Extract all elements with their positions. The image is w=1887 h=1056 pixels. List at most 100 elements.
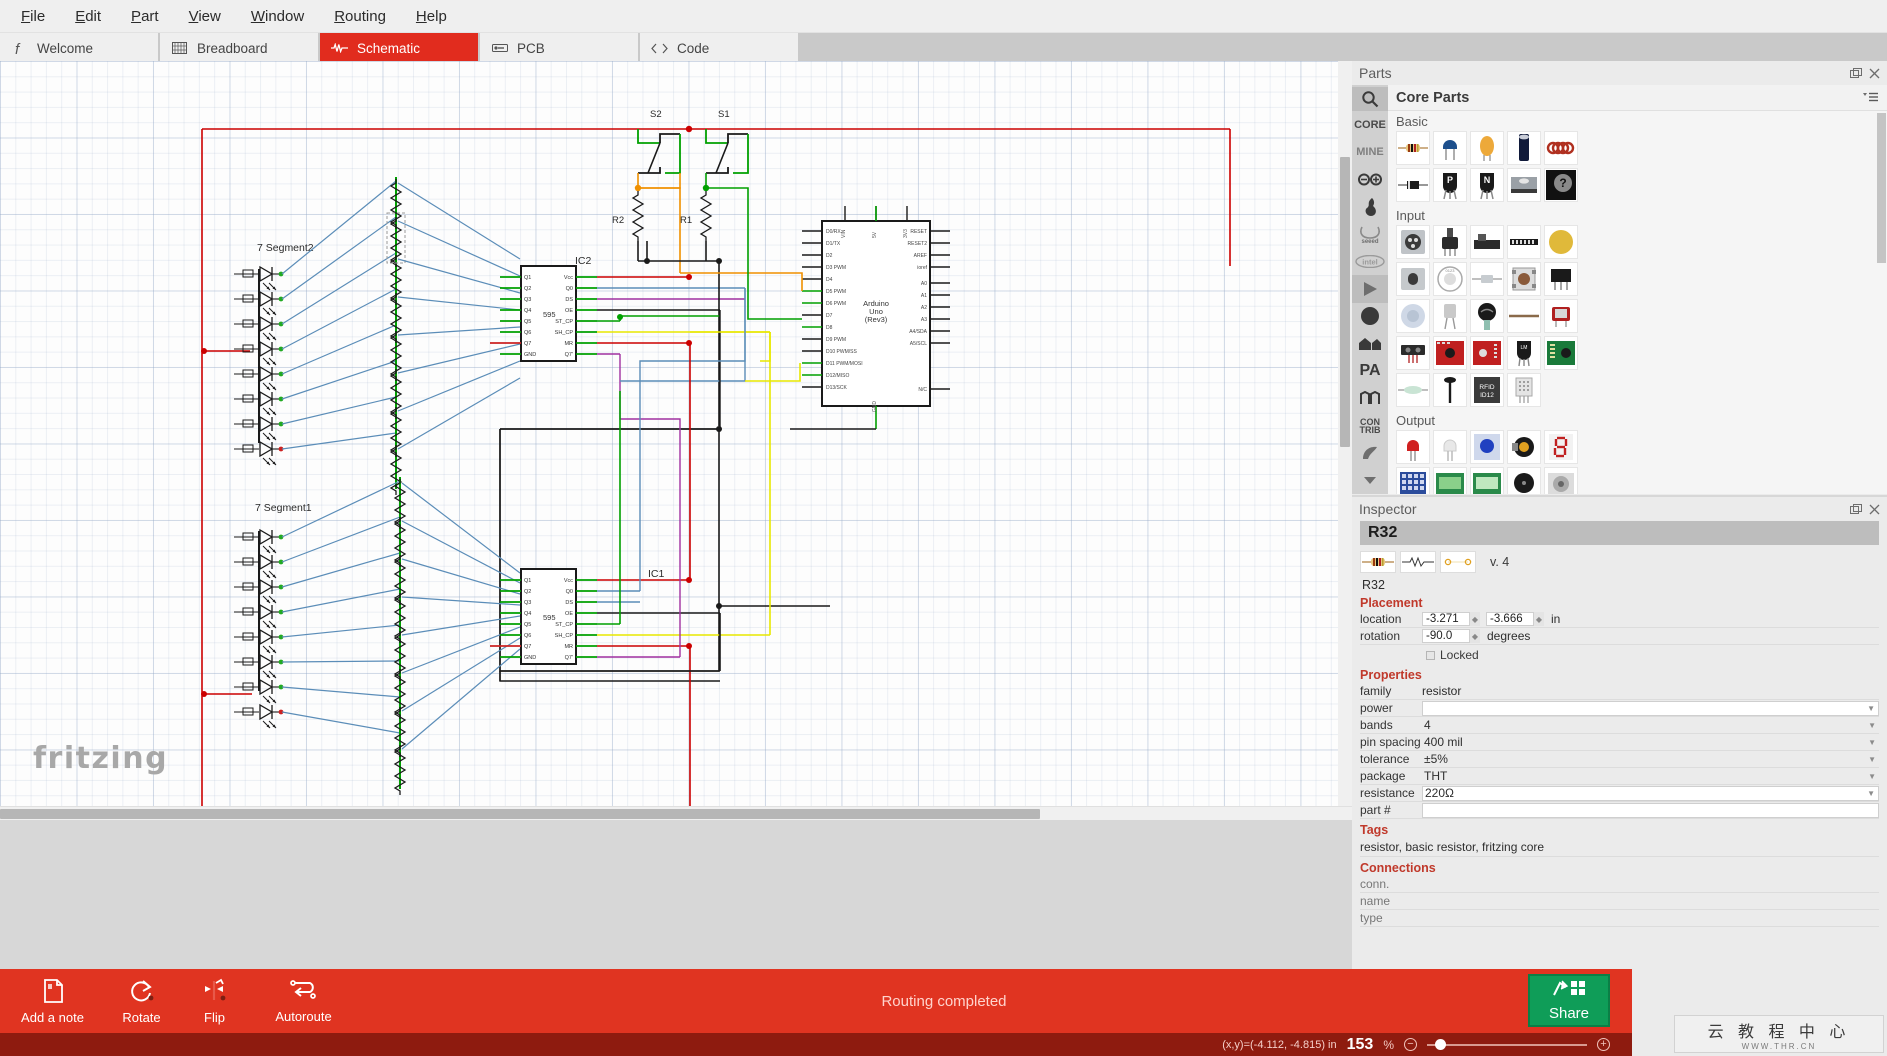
part-toggle-switch[interactable] <box>1396 262 1430 296</box>
share-button[interactable]: Share <box>1528 974 1610 1027</box>
float-icon[interactable] <box>1850 68 1862 79</box>
preview-schematic[interactable] <box>1400 551 1436 573</box>
bin-menu-icon[interactable] <box>1863 89 1879 107</box>
inspector-locked-row[interactable]: Locked <box>1360 645 1879 664</box>
bands-select[interactable]: 4▼ <box>1422 718 1879 733</box>
rotation-input[interactable]: -90.0 <box>1422 629 1470 643</box>
location-x-stepper[interactable]: ◆ <box>1470 612 1480 626</box>
float-icon[interactable] <box>1850 504 1862 515</box>
part-dip-package[interactable] <box>1544 262 1578 296</box>
play-triangle-icon[interactable] <box>1352 275 1388 302</box>
part-force-sensor[interactable] <box>1433 373 1467 407</box>
part-electret-microphone[interactable] <box>1433 299 1467 333</box>
location-y-stepper[interactable]: ◆ <box>1534 612 1544 626</box>
tab-pcb[interactable]: PCB <box>480 33 638 61</box>
part-resistor[interactable] <box>1396 131 1430 165</box>
menu-window[interactable]: Window <box>236 4 319 29</box>
add-note-button[interactable]: Add a note <box>0 969 105 1033</box>
schematic-canvas[interactable]: 7 Segment2 <box>0 61 1352 806</box>
zoom-in-button[interactable]: + <box>1597 1038 1610 1051</box>
part-rotary-encoder[interactable] <box>1544 225 1578 259</box>
search-icon[interactable] <box>1352 87 1388 111</box>
part-piezo[interactable] <box>1396 299 1430 333</box>
part-led-matrix[interactable] <box>1396 467 1430 494</box>
zoom-slider-knob[interactable] <box>1435 1039 1446 1050</box>
close-icon[interactable] <box>1869 504 1880 515</box>
power-select[interactable]: ▼ <box>1422 701 1879 716</box>
part-buzzer[interactable] <box>1507 467 1541 494</box>
canvas-horizontal-scrollbar[interactable] <box>0 806 1352 820</box>
package-select[interactable]: THT▼ <box>1422 769 1879 784</box>
preview-pcb[interactable] <box>1440 551 1476 573</box>
arduino-infinity-icon[interactable] <box>1352 166 1388 193</box>
resistance-select[interactable]: 220Ω▼ <box>1422 786 1879 801</box>
menu-edit[interactable]: Edit <box>60 4 116 29</box>
part-rgb-led[interactable] <box>1470 430 1504 464</box>
part-number-input[interactable] <box>1422 803 1879 818</box>
part-motor[interactable] <box>1507 430 1541 464</box>
part-lcd-display[interactable] <box>1433 467 1467 494</box>
parallax-pa-icon[interactable]: PA <box>1352 357 1388 384</box>
part-sensor-module[interactable] <box>1544 299 1578 333</box>
menu-routing[interactable]: Routing <box>319 4 401 29</box>
seeed-icon[interactable]: seeed <box>1352 221 1388 248</box>
part-pushbutton[interactable] <box>1507 262 1541 296</box>
part-npn-transistor[interactable]: N <box>1470 168 1504 202</box>
part-accelerometer-board[interactable] <box>1433 336 1467 370</box>
part-breakout-board[interactable] <box>1470 336 1504 370</box>
location-x-input[interactable]: -3.271 <box>1422 612 1470 626</box>
pin-spacing-select[interactable]: 400 mil▼ <box>1422 735 1879 750</box>
tolerance-select[interactable]: ±5%▼ <box>1422 752 1879 767</box>
location-y-input[interactable]: -3.666 <box>1486 612 1534 626</box>
autoroute-button[interactable]: Autoroute <box>251 969 356 1033</box>
logo-icon[interactable] <box>1352 439 1388 466</box>
tab-breadboard[interactable]: Breadboard <box>160 33 318 61</box>
bin-mine[interactable]: MINE <box>1352 138 1388 165</box>
part-white-led[interactable] <box>1433 430 1467 464</box>
tab-welcome[interactable]: f Welcome <box>0 33 158 61</box>
tab-schematic[interactable]: Schematic <box>320 33 478 61</box>
locked-checkbox[interactable] <box>1426 651 1435 660</box>
part-rotary-dial[interactable]: 0123 <box>1433 262 1467 296</box>
part-dip-switch[interactable] <box>1507 225 1541 259</box>
chevron-down-icon[interactable] <box>1352 467 1388 494</box>
preview-breadboard[interactable] <box>1360 551 1396 573</box>
part-temperature-sensor[interactable]: LM <box>1507 336 1541 370</box>
part-oled-display[interactable] <box>1470 467 1504 494</box>
part-seven-segment[interactable] <box>1544 430 1578 464</box>
part-slide-switch[interactable] <box>1470 225 1504 259</box>
part-photocell[interactable] <box>1470 299 1504 333</box>
menu-file[interactable]: File <box>6 4 60 29</box>
part-trimpot[interactable] <box>1396 225 1430 259</box>
part-unknown[interactable]: ? <box>1544 168 1578 202</box>
canvas-vertical-scroll-thumb[interactable] <box>1340 157 1350 447</box>
menu-view[interactable]: View <box>174 4 236 29</box>
part-speaker[interactable] <box>1544 467 1578 494</box>
part-tilt-sensor[interactable] <box>1470 262 1504 296</box>
bin-core[interactable]: CORE <box>1352 111 1388 138</box>
part-dht-sensor[interactable] <box>1507 373 1541 407</box>
part-voltage-regulator[interactable] <box>1507 168 1541 202</box>
intel-icon[interactable]: intel <box>1352 248 1388 275</box>
moon-phase-icon[interactable] <box>1352 303 1388 330</box>
canvas-vertical-scrollbar[interactable] <box>1338 61 1352 806</box>
menu-part[interactable]: Part <box>116 4 174 29</box>
part-led[interactable] <box>1396 430 1430 464</box>
bin-contrib[interactable]: CONTRIB <box>1352 412 1388 439</box>
part-green-sensor-board[interactable] <box>1544 336 1578 370</box>
menu-help[interactable]: Help <box>401 4 462 29</box>
sparkfun-flame-icon[interactable] <box>1352 193 1388 220</box>
rotation-stepper[interactable]: ◆ <box>1470 629 1480 643</box>
parallax-icon[interactable] <box>1352 385 1388 412</box>
parts-grid-sc rollbar[interactable] <box>1877 113 1886 263</box>
part-ceramic-capacitor[interactable] <box>1433 131 1467 165</box>
zoom-slider[interactable] <box>1427 1038 1587 1051</box>
part-pnp-transistor[interactable]: P <box>1433 168 1467 202</box>
part-reed-switch[interactable] <box>1396 373 1430 407</box>
part-ir-sensor[interactable] <box>1396 336 1430 370</box>
part-wire[interactable] <box>1507 299 1541 333</box>
part-battery[interactable] <box>1507 131 1541 165</box>
close-icon[interactable] <box>1869 68 1880 79</box>
zoom-out-button[interactable]: − <box>1404 1038 1417 1051</box>
part-inductor[interactable] <box>1544 131 1578 165</box>
